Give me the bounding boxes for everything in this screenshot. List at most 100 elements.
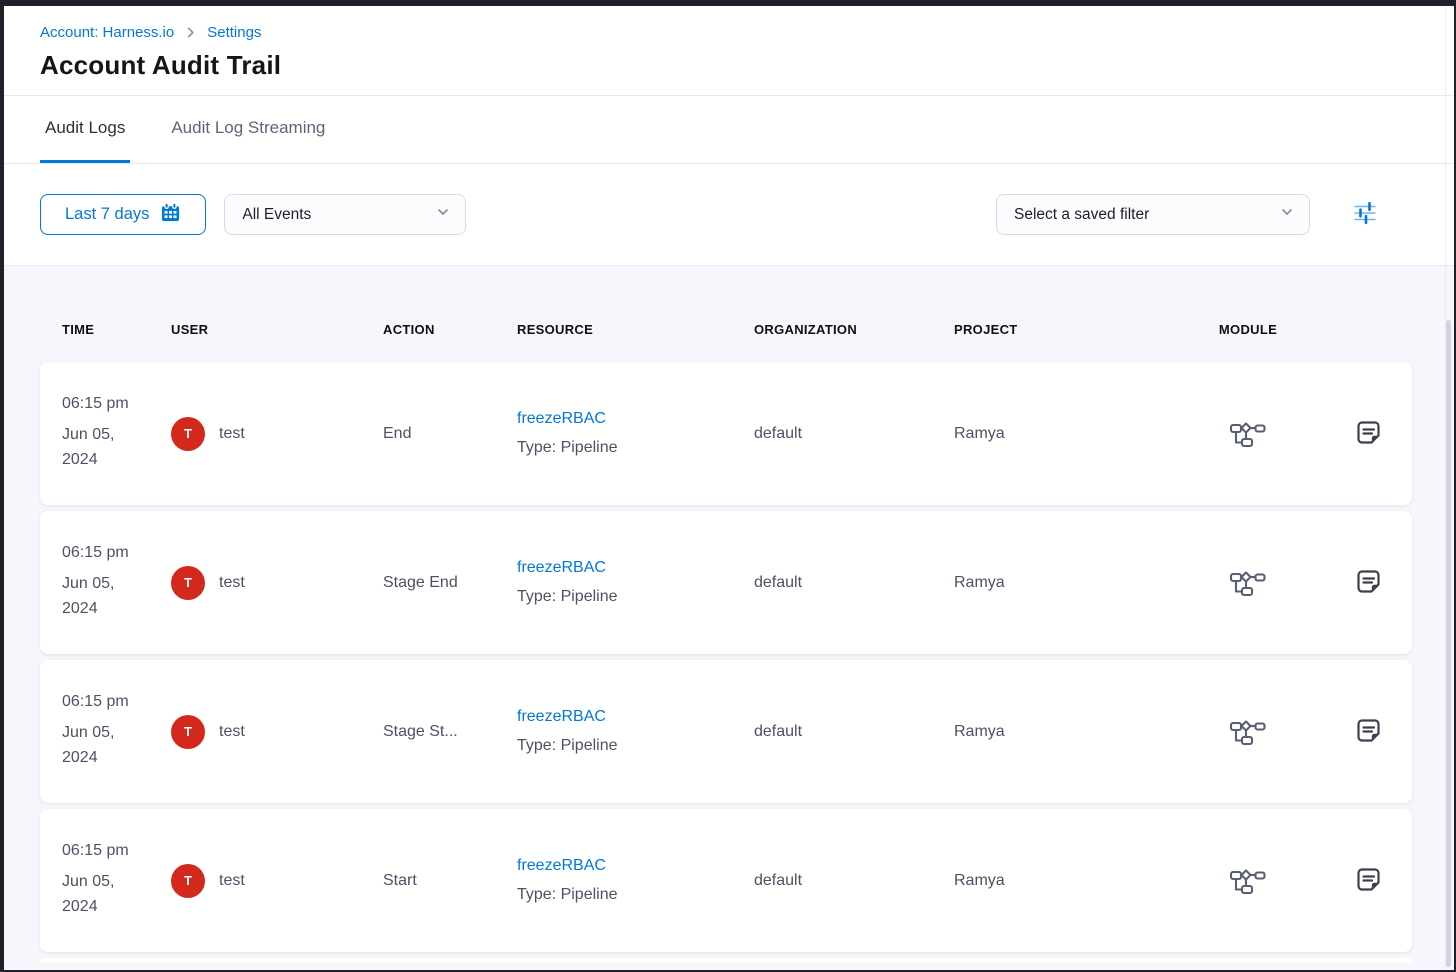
column-header-module: MODULE [1219,322,1277,337]
date-range-label: Last 7 days [65,205,149,224]
table-body: 06:15 pm Jun 05, 2024 T test End freezeR… [4,362,1454,952]
table-header-row: TIME USER ACTION RESOURCE ORGANIZATION P… [40,322,1412,337]
note-icon [1353,715,1384,749]
project-cell: Ramya [954,425,1172,443]
pipeline-module-icon [1229,716,1267,747]
column-header-project: PROJECT [954,322,1172,337]
page-title: Account Audit Trail [40,50,1418,81]
resource-cell: freezeRBAC Type: Pipeline [517,857,754,904]
column-header-time: TIME [62,322,171,337]
table-row: 06:15 pm Jun 05, 2024 T test Start freez… [40,809,1412,952]
breadcrumb: Account: Harness.io Settings [40,24,1418,41]
user-avatar: T [171,566,205,600]
pipeline-module-icon [1229,418,1267,449]
action-cell: Stage St... [383,723,517,741]
user-cell: T test [171,566,383,600]
user-cell: T test [171,715,383,749]
organization-cell: default [754,425,954,443]
calendar-icon [160,202,181,228]
chevron-down-icon [436,205,450,224]
event-time: 06:15 pm [62,395,171,413]
time-cell: 06:15 pm Jun 05, 2024 [62,842,171,919]
chevron-right-icon [185,27,196,38]
event-date-line1: Jun 05, [62,422,140,447]
chevron-down-icon [1280,205,1294,224]
resource-link[interactable]: freezeRBAC [517,410,606,428]
user-avatar: T [171,715,205,749]
note-cell [1353,566,1384,600]
event-time: 06:15 pm [62,842,171,860]
user-avatar: T [171,864,205,898]
organization-cell: default [754,574,954,592]
note-cell [1353,715,1384,749]
resource-cell: freezeRBAC Type: Pipeline [517,559,754,606]
note-icon [1353,566,1384,600]
resource-link[interactable]: freezeRBAC [517,857,606,875]
column-header-resource: RESOURCE [517,322,754,337]
saved-filter-dropdown[interactable]: Select a saved filter [996,194,1310,235]
event-date-line2: 2024 [62,447,140,472]
time-cell: 06:15 pm Jun 05, 2024 [62,395,171,472]
time-cell: 06:15 pm Jun 05, 2024 [62,693,171,770]
table-row: 06:15 pm Jun 05, 2024 T test Stage End f… [40,511,1412,654]
resource-type: Type: Pipeline [517,588,754,606]
user-name: test [219,574,245,592]
time-cell: 06:15 pm Jun 05, 2024 [62,544,171,621]
date-range-button[interactable]: Last 7 days [40,194,206,235]
event-summary-button[interactable] [1353,417,1384,451]
column-header-action: ACTION [383,322,517,337]
audit-trail-page: Account: Harness.io Settings Account Aud… [4,6,1454,970]
action-cell: Stage End [383,574,517,592]
events-dropdown[interactable]: All Events [224,194,466,235]
tab-bar: Audit Logs Audit Log Streaming [4,96,1454,164]
user-name: test [219,425,245,443]
event-date-line1: Jun 05, [62,720,140,745]
filter-settings-button[interactable] [1348,196,1382,233]
breadcrumb-settings-link[interactable]: Settings [207,24,261,41]
user-avatar: T [171,417,205,451]
event-date-line2: 2024 [62,745,140,770]
audit-table: TIME USER ACTION RESOURCE ORGANIZATION P… [4,266,1454,970]
user-cell: T test [171,417,383,451]
event-date-line1: Jun 05, [62,571,140,596]
note-icon [1353,864,1384,898]
project-cell: Ramya [954,872,1172,890]
event-time: 06:15 pm [62,693,171,711]
user-cell: T test [171,864,383,898]
resource-link[interactable]: freezeRBAC [517,559,606,577]
page-header: Account: Harness.io Settings Account Aud… [4,6,1454,96]
table-row: 06:15 pm Jun 05, 2024 T test Stage St...… [40,660,1412,803]
user-name: test [219,872,245,890]
event-date-line2: 2024 [62,596,140,621]
sliders-icon [1352,200,1378,229]
tab-audit-logs[interactable]: Audit Logs [40,96,130,163]
note-cell [1353,864,1384,898]
resource-link[interactable]: freezeRBAC [517,708,606,726]
filter-bar: Last 7 days All Events S [4,164,1454,266]
event-date-line2: 2024 [62,894,140,919]
events-dropdown-value: All Events [242,206,311,224]
project-cell: Ramya [954,723,1172,741]
event-summary-button[interactable] [1353,864,1384,898]
breadcrumb-account-link[interactable]: Account: Harness.io [40,24,174,41]
action-cell: End [383,425,517,443]
event-date-line1: Jun 05, [62,869,140,894]
user-name: test [219,723,245,741]
event-time: 06:15 pm [62,544,171,562]
column-header-user: USER [171,322,383,337]
resource-cell: freezeRBAC Type: Pipeline [517,410,754,457]
event-summary-button[interactable] [1353,566,1384,600]
saved-filter-value: Select a saved filter [1014,206,1149,224]
scrollbar-thumb[interactable] [1446,320,1451,967]
organization-cell: default [754,723,954,741]
resource-type: Type: Pipeline [517,886,754,904]
note-icon [1353,417,1384,451]
column-header-organization: ORGANIZATION [754,322,954,337]
resource-type: Type: Pipeline [517,737,754,755]
tab-audit-log-streaming[interactable]: Audit Log Streaming [166,96,330,163]
event-summary-button[interactable] [1353,715,1384,749]
action-cell: Start [383,872,517,890]
resource-type: Type: Pipeline [517,439,754,457]
table-row: 06:15 pm Jun 05, 2024 T test End freezeR… [40,362,1412,505]
pipeline-module-icon [1229,567,1267,598]
